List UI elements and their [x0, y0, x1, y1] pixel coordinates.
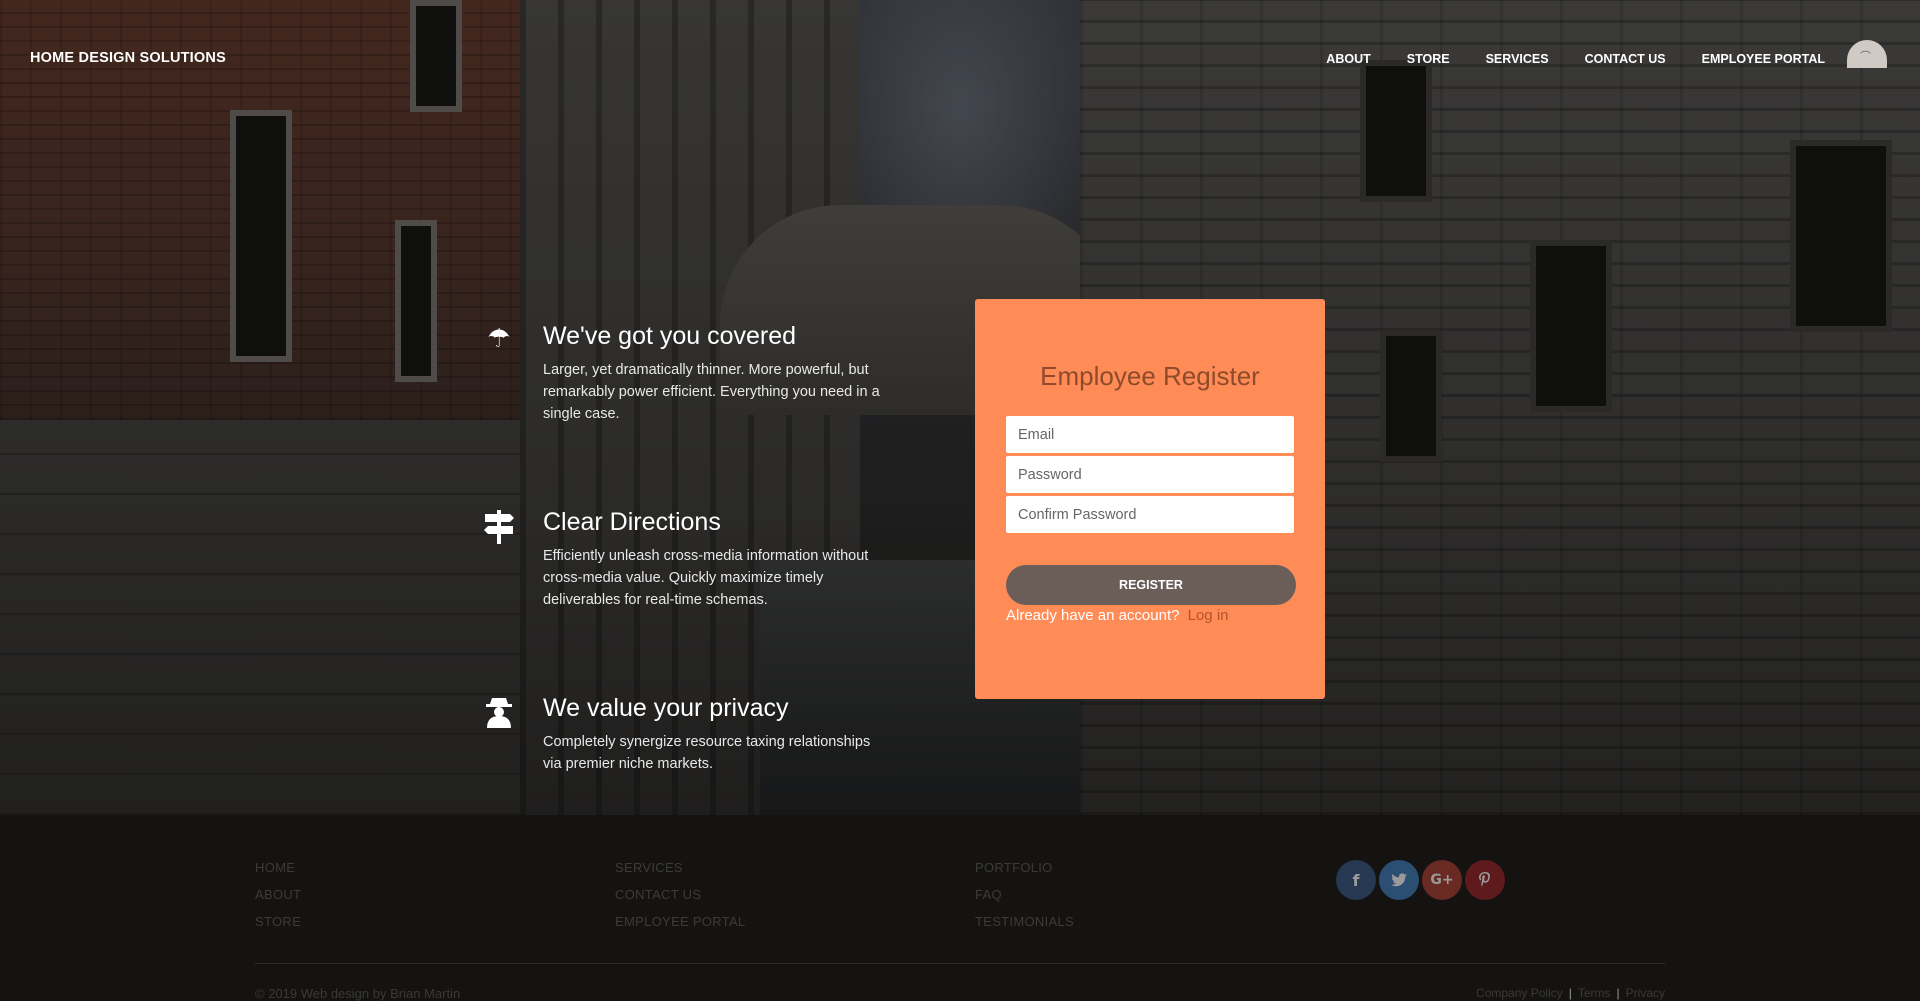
- feature-description: Efficiently unleash cross-media informat…: [543, 548, 869, 608]
- footer-link-testimonials[interactable]: TESTIMONIALS: [975, 914, 1074, 929]
- feature-title: We've got you covered: [543, 322, 797, 350]
- company-policy-link[interactable]: Company Policy: [1476, 986, 1563, 1000]
- legal-links: Company Policy | Terms | Privacy: [1476, 986, 1665, 1000]
- already-text: Already have an account?: [1006, 607, 1180, 624]
- password-field[interactable]: [1006, 456, 1294, 493]
- nav-services[interactable]: SERVICES: [1486, 52, 1549, 66]
- umbrella-icon: ☂: [487, 324, 511, 354]
- avatar-image-icon: ⌒: [1860, 50, 1871, 63]
- spy-icon: [482, 694, 516, 728]
- separator: |: [1616, 986, 1620, 1000]
- brand-logo[interactable]: HOME DESIGN SOLUTIONS: [30, 50, 226, 66]
- footer-link-store[interactable]: STORE: [255, 914, 301, 929]
- signpost-icon: [482, 508, 516, 544]
- footer-link-portfolio[interactable]: PORTFOLIO: [975, 860, 1074, 875]
- footer-col-1: HOME ABOUT STORE: [255, 860, 301, 941]
- google-plus-icon[interactable]: G+: [1422, 860, 1462, 900]
- login-link[interactable]: Log in: [1188, 607, 1229, 624]
- nav-about[interactable]: ABOUT: [1326, 52, 1370, 66]
- nav-store[interactable]: STORE: [1407, 52, 1450, 66]
- footer: HOME ABOUT STORE SERVICES CONTACT US EMP…: [0, 815, 1920, 1001]
- feature-description: Larger, yet dramatically thinner. More p…: [543, 362, 880, 422]
- footer-link-contact-us[interactable]: CONTACT US: [615, 887, 745, 902]
- nav-employee-portal[interactable]: EMPLOYEE PORTAL: [1702, 52, 1825, 66]
- register-button[interactable]: REGISTER: [1006, 565, 1296, 605]
- feature-description: Completely synergize resource taxing rel…: [543, 734, 871, 772]
- register-title: Employee Register: [1040, 361, 1260, 391]
- twitter-icon[interactable]: [1379, 860, 1419, 900]
- feature-title: We value your privacy: [543, 694, 789, 722]
- nav-contact-us[interactable]: CONTACT US: [1585, 52, 1666, 66]
- hero-overlay: [0, 0, 1920, 815]
- footer-link-home[interactable]: HOME: [255, 860, 301, 875]
- footer-link-about[interactable]: ABOUT: [255, 887, 301, 902]
- footer-link-faq[interactable]: FAQ: [975, 887, 1074, 902]
- hero-background-image: [0, 0, 1920, 815]
- terms-link[interactable]: Terms: [1578, 986, 1611, 1000]
- email-field[interactable]: [1006, 416, 1294, 453]
- separator: |: [1568, 986, 1572, 1000]
- social-links: f G+: [1336, 860, 1505, 900]
- facebook-icon[interactable]: f: [1336, 860, 1376, 900]
- confirm-password-field[interactable]: [1006, 496, 1294, 533]
- privacy-link[interactable]: Privacy: [1626, 986, 1665, 1000]
- footer-col-3: PORTFOLIO FAQ TESTIMONIALS: [975, 860, 1074, 941]
- feature-title: Clear Directions: [543, 508, 721, 536]
- register-card: Employee Register REGISTER Already have …: [975, 299, 1325, 699]
- login-prompt: Already have an account? Log in: [1006, 607, 1229, 624]
- footer-col-2: SERVICES CONTACT US EMPLOYEE PORTAL: [615, 860, 745, 941]
- top-nav: ABOUT STORE SERVICES CONTACT US EMPLOYEE…: [1290, 52, 1825, 66]
- pinterest-icon[interactable]: [1465, 860, 1505, 900]
- footer-link-employee-portal[interactable]: EMPLOYEE PORTAL: [615, 914, 745, 929]
- footer-divider: [255, 963, 1665, 964]
- footer-link-services[interactable]: SERVICES: [615, 860, 745, 875]
